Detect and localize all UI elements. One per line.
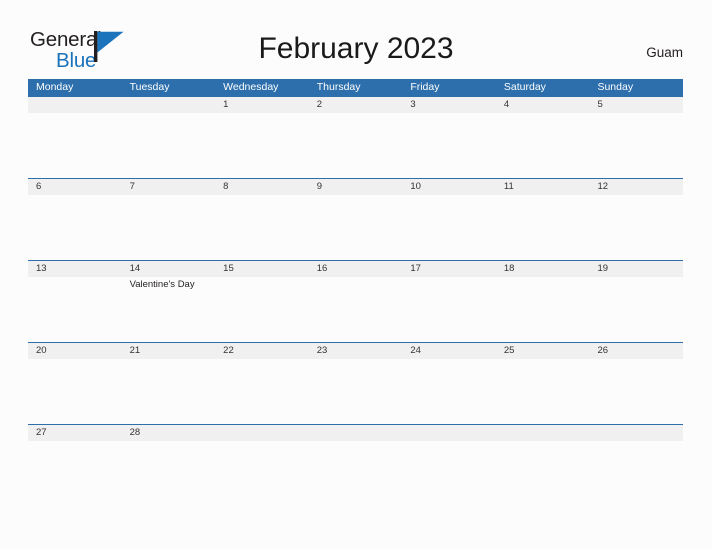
weekday-header-tuesday: Tuesday xyxy=(129,81,170,93)
day-cell[interactable] xyxy=(215,441,309,463)
day-cell[interactable] xyxy=(122,113,216,178)
day-cell[interactable] xyxy=(309,359,403,424)
weekday-header-sunday: Sunday xyxy=(597,81,634,93)
day-number[interactable]: 9 xyxy=(309,179,403,195)
week-row: 27 28 xyxy=(28,424,683,463)
day-number[interactable] xyxy=(589,425,683,441)
day-number[interactable]: 12 xyxy=(589,179,683,195)
week-date-band: 13 14 15 16 17 18 19 xyxy=(28,261,683,277)
day-number[interactable]: 6 xyxy=(28,179,122,195)
monthly-calendar-grid: Monday Tuesday Wednesday Thursday Friday… xyxy=(28,79,683,463)
day-cell[interactable] xyxy=(28,113,122,178)
day-number[interactable] xyxy=(496,425,590,441)
day-number[interactable]: 19 xyxy=(589,261,683,277)
day-cell[interactable] xyxy=(589,277,683,342)
day-cell[interactable] xyxy=(589,113,683,178)
day-number[interactable]: 3 xyxy=(402,97,496,113)
day-cell[interactable]: Valentine's Day xyxy=(122,277,216,342)
day-number[interactable] xyxy=(309,425,403,441)
weekday-header-friday: Friday xyxy=(410,81,440,93)
day-number[interactable]: 14 xyxy=(122,261,216,277)
page-title: February 2023 xyxy=(258,32,454,65)
week-event-area xyxy=(28,441,683,463)
week-date-band: 6 7 8 9 10 11 12 xyxy=(28,179,683,195)
day-cell[interactable] xyxy=(215,195,309,260)
weekday-header-row: Monday Tuesday Wednesday Thursday Friday… xyxy=(28,79,683,96)
week-event-area: Valentine's Day xyxy=(28,277,683,342)
day-cell[interactable] xyxy=(402,277,496,342)
day-number[interactable] xyxy=(122,97,216,113)
day-cell[interactable] xyxy=(309,113,403,178)
weekday-header-thursday: Thursday xyxy=(316,81,361,93)
day-number[interactable]: 25 xyxy=(496,343,590,359)
day-number[interactable]: 7 xyxy=(122,179,216,195)
day-cell[interactable] xyxy=(28,277,122,342)
day-number[interactable]: 22 xyxy=(215,343,309,359)
week-row: 6 7 8 9 10 11 12 xyxy=(28,178,683,260)
day-number[interactable]: 11 xyxy=(496,179,590,195)
day-number[interactable]: 28 xyxy=(122,425,216,441)
week-row: 20 21 22 23 24 25 26 xyxy=(28,342,683,424)
day-number[interactable] xyxy=(402,425,496,441)
day-cell[interactable] xyxy=(28,441,122,463)
day-number[interactable]: 16 xyxy=(309,261,403,277)
day-number[interactable]: 1 xyxy=(215,97,309,113)
day-cell[interactable] xyxy=(496,277,590,342)
day-cell[interactable] xyxy=(309,277,403,342)
week-event-area xyxy=(28,359,683,424)
weekday-header-wednesday: Wednesday xyxy=(223,81,279,93)
day-number[interactable]: 20 xyxy=(28,343,122,359)
day-number[interactable]: 2 xyxy=(309,97,403,113)
weekday-header-saturday: Saturday xyxy=(503,81,546,93)
location-label: Guam xyxy=(646,45,683,60)
week-date-band: 20 21 22 23 24 25 26 xyxy=(28,343,683,359)
day-cell[interactable] xyxy=(496,359,590,424)
day-number[interactable]: 4 xyxy=(496,97,590,113)
week-row: 13 14 15 16 17 18 19 Valentine's Day xyxy=(28,260,683,342)
day-cell[interactable] xyxy=(496,113,590,178)
day-number[interactable]: 5 xyxy=(589,97,683,113)
day-number[interactable]: 24 xyxy=(402,343,496,359)
day-number[interactable]: 10 xyxy=(402,179,496,195)
day-cell[interactable] xyxy=(589,195,683,260)
day-cell[interactable] xyxy=(215,359,309,424)
day-cell[interactable] xyxy=(122,441,216,463)
day-cell[interactable] xyxy=(28,195,122,260)
week-date-band: 1 2 3 4 5 xyxy=(28,97,683,113)
day-cell[interactable] xyxy=(402,113,496,178)
day-event-label: Valentine's Day xyxy=(129,279,195,290)
day-number[interactable]: 13 xyxy=(28,261,122,277)
day-number[interactable]: 17 xyxy=(402,261,496,277)
day-cell[interactable] xyxy=(215,277,309,342)
day-number[interactable]: 21 xyxy=(122,343,216,359)
page-header: General Blue February 2023 Guam xyxy=(0,0,712,78)
day-number[interactable]: 23 xyxy=(309,343,403,359)
day-number[interactable] xyxy=(28,97,122,113)
week-row: 1 2 3 4 5 xyxy=(28,96,683,178)
day-cell[interactable] xyxy=(402,441,496,463)
week-event-area xyxy=(28,195,683,260)
day-cell[interactable] xyxy=(122,195,216,260)
day-cell[interactable] xyxy=(402,195,496,260)
day-cell[interactable] xyxy=(215,113,309,178)
weekday-header-monday: Monday xyxy=(36,81,74,93)
day-number[interactable]: 18 xyxy=(496,261,590,277)
day-cell[interactable] xyxy=(28,359,122,424)
day-cell[interactable] xyxy=(589,441,683,463)
week-date-band: 27 28 xyxy=(28,425,683,441)
day-cell[interactable] xyxy=(496,195,590,260)
day-cell[interactable] xyxy=(309,195,403,260)
day-cell[interactable] xyxy=(589,359,683,424)
day-cell[interactable] xyxy=(122,359,216,424)
week-event-area xyxy=(28,113,683,178)
day-number[interactable]: 8 xyxy=(215,179,309,195)
day-number[interactable]: 27 xyxy=(28,425,122,441)
day-number[interactable]: 15 xyxy=(215,261,309,277)
day-cell[interactable] xyxy=(402,359,496,424)
day-cell[interactable] xyxy=(496,441,590,463)
day-number[interactable]: 26 xyxy=(589,343,683,359)
day-cell[interactable] xyxy=(309,441,403,463)
day-number[interactable] xyxy=(215,425,309,441)
